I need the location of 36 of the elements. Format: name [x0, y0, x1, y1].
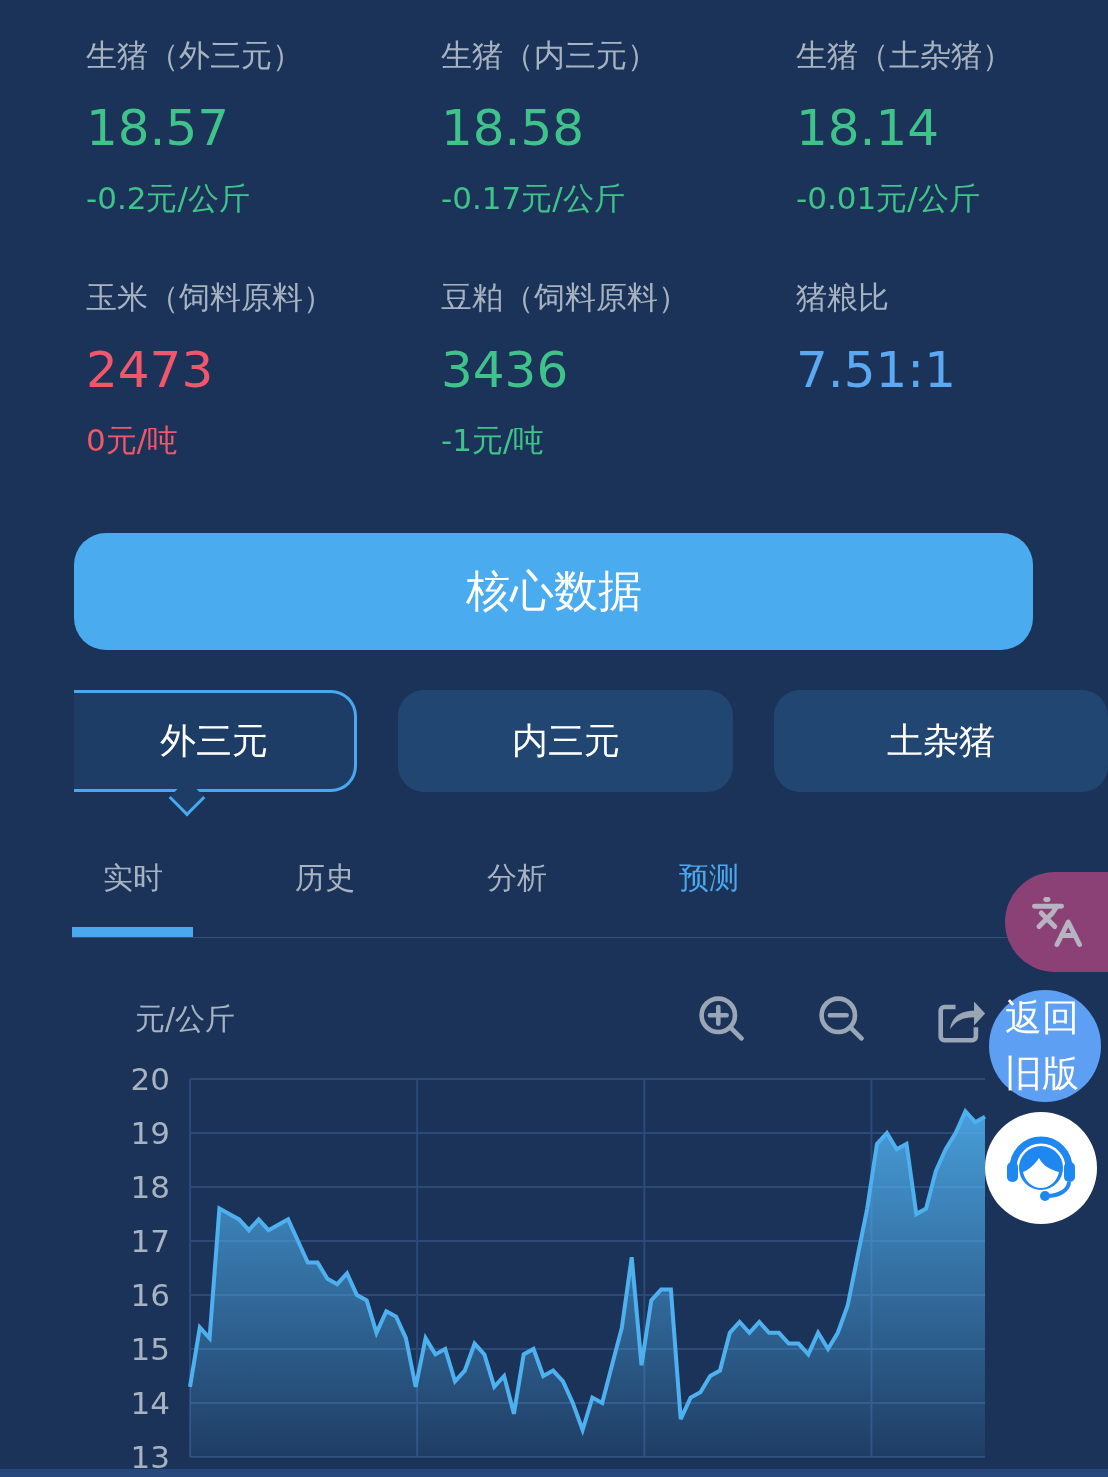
y-tick-label: 14 — [130, 1385, 170, 1421]
view-tab[interactable]: 历史 — [264, 840, 385, 937]
stat-label: 猪粮比 — [796, 278, 889, 317]
zoom-out-icon[interactable] — [817, 994, 867, 1044]
stat-change: 0元/吨 — [86, 421, 179, 460]
breed-tab[interactable]: 土杂猪 — [774, 690, 1108, 792]
stat-value: 7.51:1 — [796, 340, 956, 401]
stat-change: -1元/吨 — [441, 421, 545, 460]
stat-label: 生猪（外三元） — [86, 36, 303, 75]
view-tab[interactable]: 分析 — [456, 840, 577, 937]
y-tick-label: 16 — [130, 1277, 170, 1313]
view-tab[interactable]: 实时 — [72, 840, 193, 937]
stat-label: 豆粕（饲料原料） — [441, 278, 689, 317]
stat-value: 2473 — [86, 340, 214, 401]
translate-button[interactable] — [1005, 872, 1108, 972]
stat-value: 18.57 — [86, 98, 230, 159]
y-tick-label: 19 — [130, 1115, 170, 1151]
view-tab[interactable]: 预测 — [648, 840, 769, 937]
y-tick-label: 18 — [130, 1169, 170, 1205]
stat-value: 18.58 — [441, 98, 585, 159]
stat-change: -0.01元/公斤 — [796, 179, 980, 218]
stat-value: 18.14 — [796, 98, 940, 159]
stat-value: 3436 — [441, 340, 569, 401]
y-tick-label: 15 — [130, 1331, 170, 1367]
stat-label: 生猪（土杂猪） — [796, 36, 1013, 75]
unit-label: 元/公斤 — [135, 999, 237, 1038]
stat-label: 玉米（饲料原料） — [86, 278, 334, 317]
zoom-in-icon[interactable] — [697, 994, 747, 1044]
stat-change: -0.2元/公斤 — [86, 179, 250, 218]
breed-tab[interactable]: 内三元 — [398, 690, 733, 792]
y-tick-label: 13 — [130, 1439, 170, 1469]
stat-change: -0.17元/公斤 — [441, 179, 625, 218]
translate-icon — [1029, 895, 1084, 949]
stat-label: 生猪（内三元） — [441, 36, 658, 75]
y-tick-label: 20 — [130, 1061, 170, 1097]
y-tick-label: 17 — [130, 1223, 170, 1259]
